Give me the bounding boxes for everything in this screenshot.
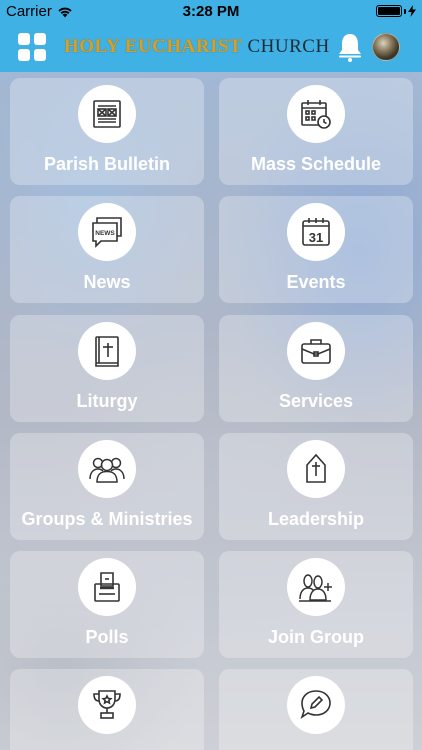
tile-label: Events bbox=[286, 272, 346, 292]
charging-bolt-icon bbox=[408, 5, 416, 17]
tile-label: News bbox=[83, 272, 131, 292]
bell-icon bbox=[339, 34, 361, 62]
tile-label: Services bbox=[278, 391, 354, 411]
briefcase-icon bbox=[301, 339, 331, 364]
tile-chat[interactable] bbox=[219, 669, 413, 750]
tile-label: Parish Bulletin bbox=[43, 154, 171, 174]
tile-label: Polls bbox=[85, 627, 129, 647]
notifications-button[interactable] bbox=[336, 32, 364, 62]
menu-grid: Parish Bulletin Mass Schedule NEWS News bbox=[0, 72, 422, 750]
app-title: HOLY EUCHARIST CHURCH bbox=[64, 36, 330, 58]
profile-avatar[interactable] bbox=[372, 33, 400, 61]
tile-parish-bulletin[interactable]: Parish Bulletin bbox=[10, 78, 204, 185]
tile-polls[interactable]: Polls bbox=[10, 551, 204, 658]
mitre-icon bbox=[306, 453, 326, 483]
tile-news[interactable]: NEWS News bbox=[10, 196, 204, 303]
tile-liturgy[interactable]: Liturgy bbox=[10, 315, 204, 422]
clock: 3:28 PM bbox=[182, 3, 240, 20]
tile-label: Liturgy bbox=[76, 391, 138, 411]
bible-icon bbox=[95, 336, 119, 367]
app-title-part1: HOLY EUCHARIST bbox=[64, 36, 243, 57]
status-bar: Carrier 3:28 PM bbox=[0, 0, 422, 24]
tile-services[interactable]: Services bbox=[219, 315, 413, 422]
join-group-icon bbox=[299, 574, 332, 602]
news-bubble-icon: NEWS bbox=[92, 217, 122, 248]
tile-leadership[interactable]: Leadership bbox=[219, 433, 413, 540]
tile-label: Groups & Ministries bbox=[21, 509, 193, 529]
group-icon bbox=[89, 457, 125, 483]
grid-menu-button[interactable] bbox=[18, 33, 46, 61]
tile-trophy[interactable] bbox=[10, 669, 204, 750]
chat-pencil-icon bbox=[300, 690, 331, 719]
newspaper-icon bbox=[93, 100, 121, 128]
svg-text:NEWS: NEWS bbox=[95, 230, 115, 237]
svg-text:31: 31 bbox=[309, 230, 323, 245]
tile-groups-ministries[interactable]: Groups & Ministries bbox=[10, 433, 204, 540]
app-header: HOLY EUCHARIST CHURCH bbox=[0, 24, 422, 72]
calendar-31-icon: 31 bbox=[302, 218, 330, 246]
tile-label: Mass Schedule bbox=[250, 154, 382, 174]
app-title-part2: CHURCH bbox=[247, 36, 330, 57]
tile-label: Leadership bbox=[267, 509, 365, 529]
tile-mass-schedule[interactable]: Mass Schedule bbox=[219, 78, 413, 185]
ballot-box-icon bbox=[94, 572, 120, 602]
battery-icon bbox=[376, 5, 416, 17]
tile-join-group[interactable]: Join Group bbox=[219, 551, 413, 658]
tile-events[interactable]: 31 Events bbox=[219, 196, 413, 303]
trophy-icon bbox=[93, 690, 121, 719]
calendar-clock-icon bbox=[301, 100, 331, 129]
grid-menu-icon bbox=[18, 33, 30, 45]
tile-label: Join Group bbox=[268, 627, 364, 647]
